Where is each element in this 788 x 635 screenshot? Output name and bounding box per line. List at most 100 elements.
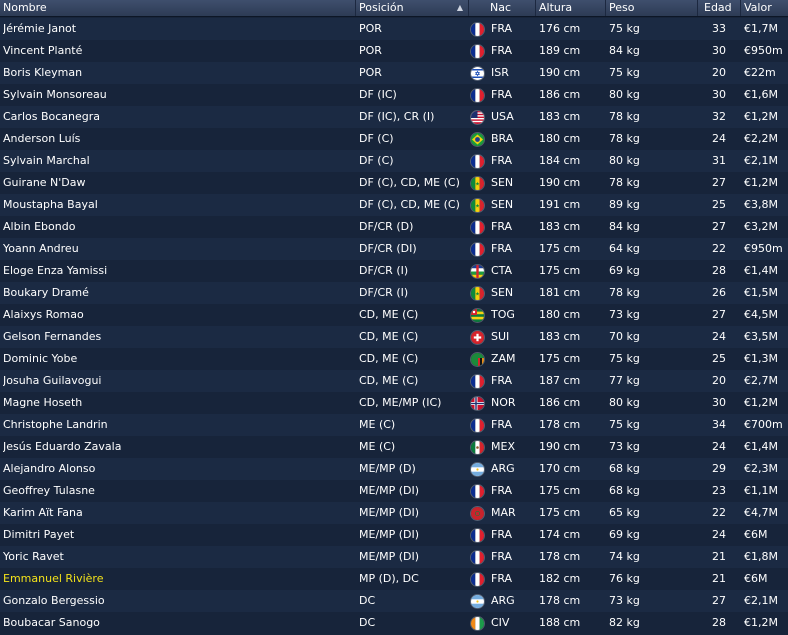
player-nationality[interactable]: ARG [491, 590, 531, 612]
player-name[interactable]: Dimitri Payet [3, 524, 353, 546]
table-row[interactable]: Gonzalo Bergessio DC ARG 178 cm 73 kg 27 €2,1M [0, 590, 788, 612]
player-nationality[interactable]: FRA [491, 40, 531, 62]
table-row[interactable]: Boris Kleyman POR ISR 190 cm 75 kg 20 €22m [0, 62, 788, 84]
table-row[interactable]: Alejandro Alonso ME/MP (D) ARG 170 cm 68 kg 2… [0, 458, 788, 480]
flag-mar-icon [471, 507, 484, 520]
column-header-age[interactable]: Edad [698, 0, 741, 16]
player-nationality[interactable]: SUI [491, 326, 531, 348]
player-nationality[interactable]: FRA [491, 414, 531, 436]
player-name[interactable]: Christophe Landrin [3, 414, 353, 436]
player-name[interactable]: Yoann Andreu [3, 238, 353, 260]
player-nationality[interactable]: SEN [491, 172, 531, 194]
player-name[interactable]: Anderson Luís [3, 128, 353, 150]
player-name[interactable]: Eloge Enza Yamissi [3, 260, 353, 282]
table-row[interactable]: Eloge Enza Yamissi DF/CR (I) CTA 175 cm 69 k… [0, 260, 788, 282]
player-name[interactable]: Boukary Dramé [3, 282, 353, 304]
table-row[interactable]: Yoann Andreu DF/CR (DI) FRA 175 cm 64 kg 22 €9… [0, 238, 788, 260]
player-name[interactable]: Emmanuel Rivière [3, 568, 353, 590]
column-header-nat[interactable]: Nac [469, 0, 536, 16]
table-row[interactable]: Vincent Planté POR FRA 189 cm 84 kg 30 €950m [0, 40, 788, 62]
table-row[interactable]: Karim Aït Fana ME/MP (DI) MAR 175 cm 65 kg 22… [0, 502, 788, 524]
player-name[interactable]: Boubacar Sanogo [3, 612, 353, 634]
player-name[interactable]: Dominic Yobe [3, 348, 353, 370]
table-row[interactable]: Anderson Luís DF (C) BRA 180 cm 78 kg 24 €2,2M [0, 128, 788, 150]
player-nationality[interactable]: FRA [491, 546, 531, 568]
table-row[interactable]: Boubacar Sanogo DC CIV 188 cm 82 kg 28 €1,2M [0, 612, 788, 634]
table-row[interactable]: Boukary Dramé DF/CR (I) SEN 181 cm 78 kg 26 €1… [0, 282, 788, 304]
table-row[interactable]: Dominic Yobe CD, ME (C) ZAM 175 cm 75 kg 25 €1… [0, 348, 788, 370]
table-row[interactable]: Dimitri Payet ME/MP (DI) FRA 174 cm 69 kg 24 €… [0, 524, 788, 546]
column-header-weight[interactable]: Peso [606, 0, 698, 16]
player-nationality[interactable]: NOR [491, 392, 531, 414]
player-nationality[interactable]: FRA [491, 370, 531, 392]
player-nationality[interactable]: FRA [491, 216, 531, 238]
player-nationality[interactable]: FRA [491, 150, 531, 172]
player-weight: 73 kg [609, 440, 640, 453]
player-age: 24 [712, 330, 726, 343]
player-nationality[interactable]: FRA [491, 568, 531, 590]
table-row[interactable]: Moustapha Bayal DF (C), CD, ME (C) SEN 191 … [0, 194, 788, 216]
table-row[interactable]: Sylvain Monsoreau DF (IC) FRA 186 cm 80 kg 30… [0, 84, 788, 106]
player-nationality[interactable]: SEN [491, 194, 531, 216]
player-name[interactable]: Karim Aït Fana [3, 502, 353, 524]
player-nationality[interactable]: FRA [491, 84, 531, 106]
player-name[interactable]: Gonzalo Bergessio [3, 590, 353, 612]
table-row[interactable]: Christophe Landrin ME (C) FRA 178 cm 75 kg 34… [0, 414, 788, 436]
table-row[interactable]: Albin Ebondo DF/CR (D) FRA 183 cm 84 kg 27 €3,… [0, 216, 788, 238]
player-nationality[interactable]: FRA [491, 18, 531, 40]
column-header-value[interactable]: Valor [741, 0, 788, 16]
player-name[interactable]: Alejandro Alonso [3, 458, 353, 480]
player-name[interactable]: Carlos Bocanegra [3, 106, 353, 128]
player-name[interactable]: Boris Kleyman [3, 62, 353, 84]
table-row[interactable]: Magne Hoseth CD, ME/MP (IC) NOR 186 cm 80 kg… [0, 392, 788, 414]
player-position: CD, ME (C) [359, 352, 419, 365]
player-name[interactable]: Sylvain Monsoreau [3, 84, 353, 106]
player-height: 180 cm [539, 308, 581, 321]
player-name[interactable]: Jérémie Janot [3, 18, 353, 40]
player-name[interactable]: Albin Ebondo [3, 216, 353, 238]
column-header-height[interactable]: Altura [536, 0, 606, 16]
player-nationality[interactable]: TOG [491, 304, 531, 326]
table-row[interactable]: Guirane N'Daw DF (C), CD, ME (C) SEN 190 cm… [0, 172, 788, 194]
table-row[interactable]: Carlos Bocanegra DF (IC), CR (I) USA 183 cm… [0, 106, 788, 128]
table-row[interactable]: Geoffrey Tulasne ME/MP (DI) FRA 175 cm 68 kg… [0, 480, 788, 502]
table-row[interactable]: Gelson Fernandes CD, ME (C) SUI 183 cm 70 kg… [0, 326, 788, 348]
player-height: 187 cm [539, 374, 581, 387]
player-nationality[interactable]: FRA [491, 480, 531, 502]
player-nationality[interactable]: SEN [491, 282, 531, 304]
table-row[interactable]: Jérémie Janot POR FRA 176 cm 75 kg 33 €1,7M [0, 18, 788, 40]
table-row[interactable]: Jesús Eduardo Zavala ME (C) MEX 190 cm 73 kg… [0, 436, 788, 458]
player-height: 180 cm [539, 132, 581, 145]
player-name[interactable]: Gelson Fernandes [3, 326, 353, 348]
player-name[interactable]: Alaixys Romao [3, 304, 353, 326]
player-name[interactable]: Vincent Planté [3, 40, 353, 62]
player-nationality[interactable]: FRA [491, 238, 531, 260]
player-nationality[interactable]: BRA [491, 128, 531, 150]
player-nationality[interactable]: MEX [491, 436, 531, 458]
player-name[interactable]: Yoric Ravet [3, 546, 353, 568]
table-row[interactable]: Sylvain Marchal DF (C) FRA 184 cm 80 kg 31 €2,… [0, 150, 788, 172]
player-name[interactable]: Magne Hoseth [3, 392, 353, 414]
table-row[interactable]: Alaixys Romao CD, ME (C) TOG 180 cm 73 kg 27 €… [0, 304, 788, 326]
player-name[interactable]: Moustapha Bayal [3, 194, 353, 216]
table-row[interactable]: Josuha Guilavogui CD, ME (C) FRA 187 cm 77 k… [0, 370, 788, 392]
player-name[interactable]: Guirane N'Daw [3, 172, 353, 194]
player-nationality[interactable]: CIV [491, 612, 531, 634]
column-header-position[interactable]: Posición ▲ [356, 0, 469, 16]
player-height: 184 cm [539, 154, 581, 167]
player-name[interactable]: Sylvain Marchal [3, 150, 353, 172]
player-nationality[interactable]: USA [491, 106, 531, 128]
player-name[interactable]: Josuha Guilavogui [3, 370, 353, 392]
player-nationality[interactable]: CTA [491, 260, 531, 282]
player-name[interactable]: Geoffrey Tulasne [3, 480, 353, 502]
player-nationality[interactable]: ISR [491, 62, 531, 84]
player-nationality[interactable]: FRA [491, 524, 531, 546]
player-name[interactable]: Jesús Eduardo Zavala [3, 436, 353, 458]
column-header-name[interactable]: Nombre [0, 0, 356, 16]
player-nationality[interactable]: ARG [491, 458, 531, 480]
table-row[interactable]: Yoric Ravet ME/MP (DI) FRA 178 cm 74 kg 21 €1,… [0, 546, 788, 568]
player-nationality[interactable]: MAR [491, 502, 531, 524]
flag-sen-icon [471, 199, 484, 212]
player-nationality[interactable]: ZAM [491, 348, 531, 370]
table-row[interactable]: Emmanuel Rivière MP (D), DC FRA 182 cm 76 kg… [0, 568, 788, 590]
